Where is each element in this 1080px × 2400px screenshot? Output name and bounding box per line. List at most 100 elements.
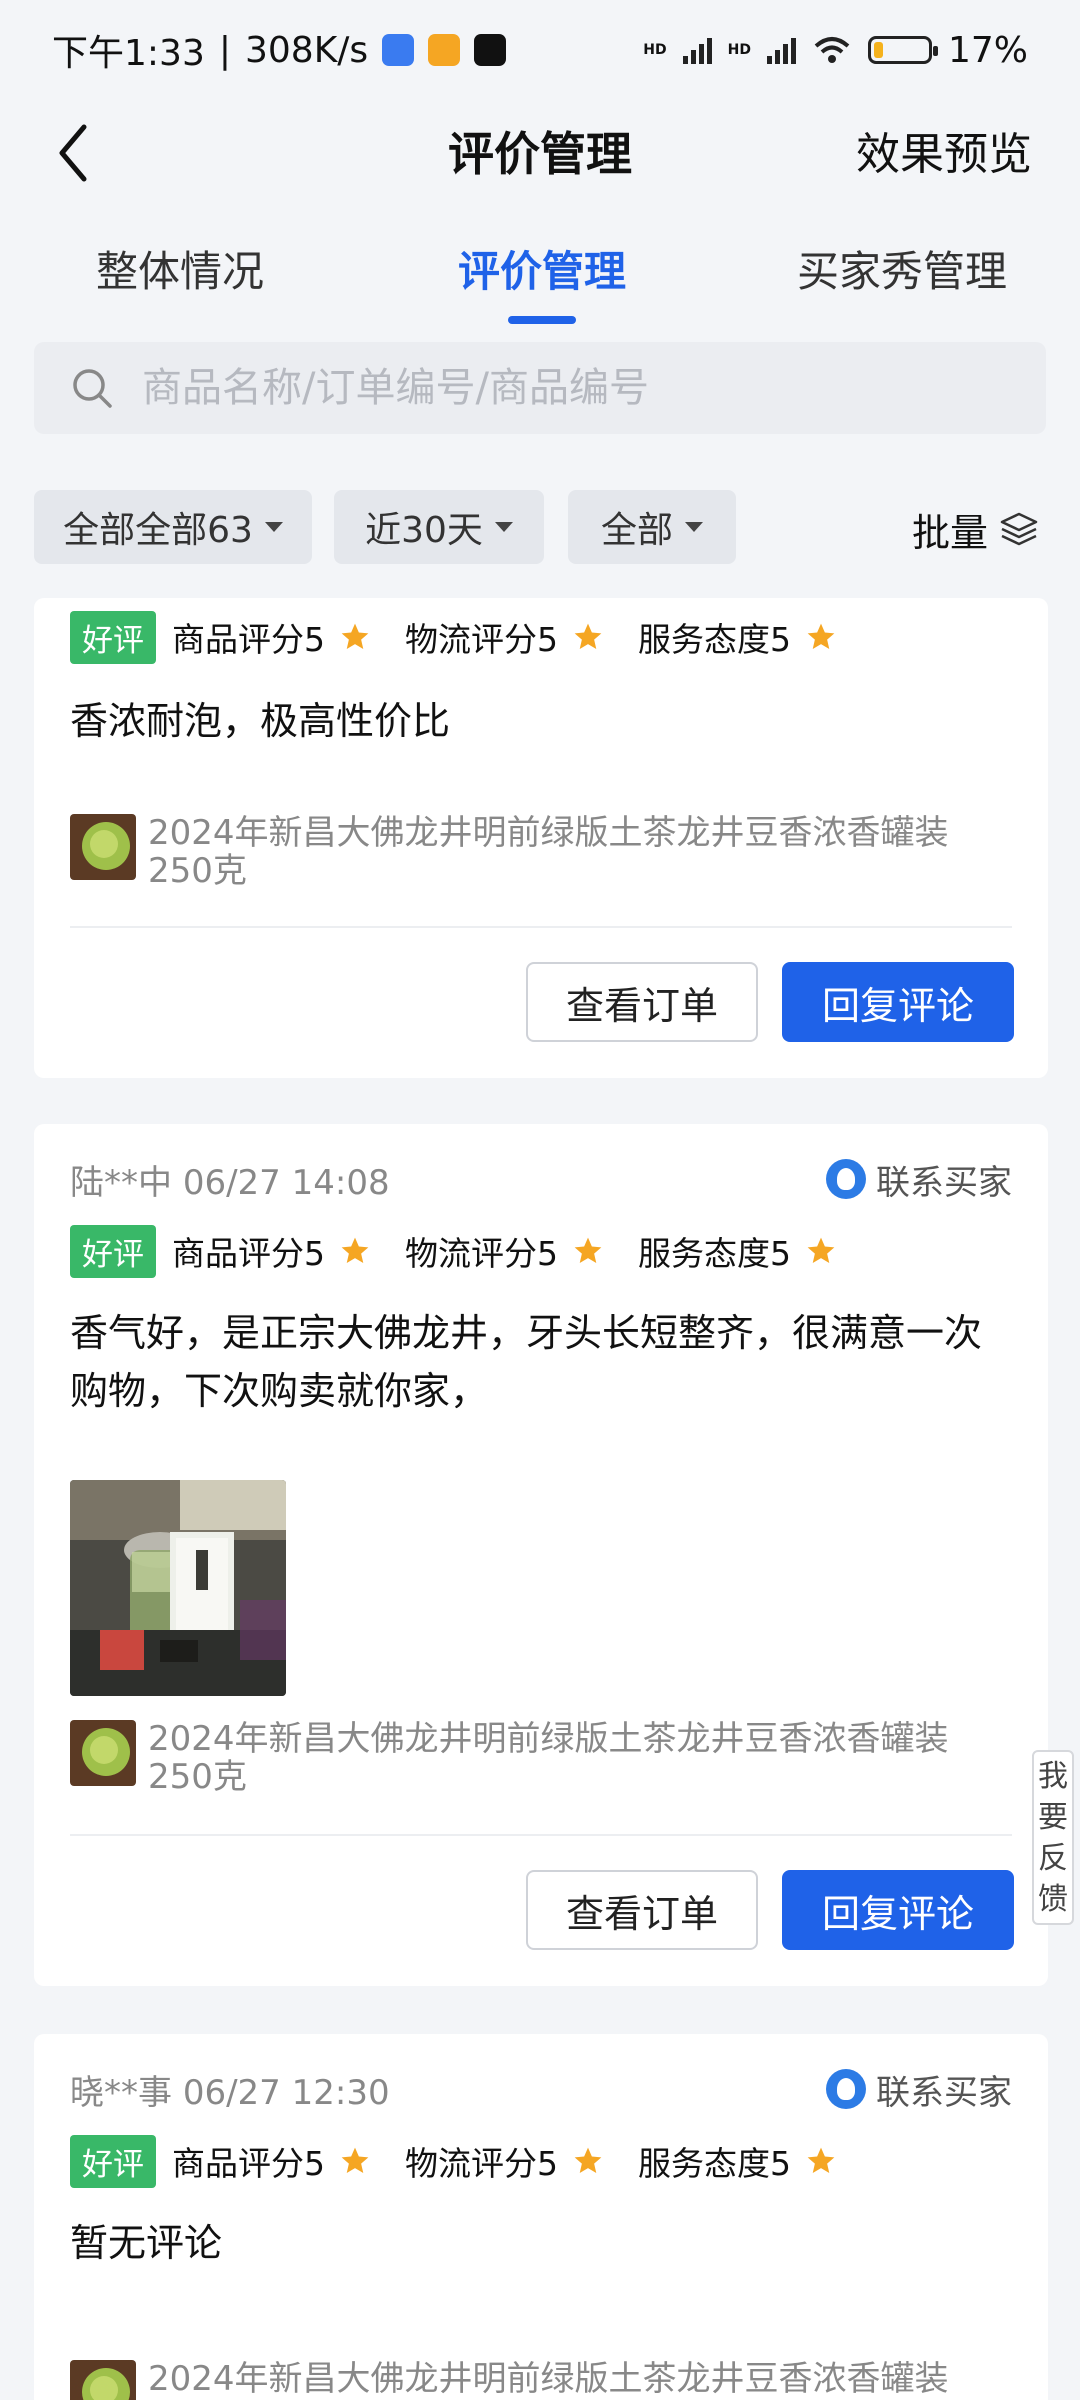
contact-buyer-button[interactable]: 联系买家 (826, 2065, 1012, 2114)
view-order-button[interactable]: 查看订单 (526, 1870, 758, 1950)
signal-icon (766, 36, 796, 64)
battery-level (873, 42, 883, 58)
battery-icon (867, 36, 938, 64)
status-separator: | (218, 29, 231, 71)
search-icon (73, 369, 112, 408)
tab-indicator (508, 316, 576, 324)
search-input[interactable] (142, 365, 1046, 411)
review-time: 06/27 12:30 (182, 2072, 390, 2113)
filter-status-dropdown[interactable]: 全部 (568, 490, 736, 564)
product-name: 2024年新昌大佛龙井明前绿版土茶龙井豆香浓香罐装250克 (148, 813, 949, 891)
divider (70, 926, 1012, 928)
filter-status-label: 全部 (600, 510, 673, 551)
filter-period-dropdown[interactable]: 近30天 (334, 490, 544, 564)
review-time: 06/27 14:08 (182, 1162, 390, 1203)
feedback-char: 馈 (1038, 1881, 1068, 1917)
product-name: 2024年新昌大佛龙井明前绿版土茶龙井豆香浓香罐装250克 (148, 1719, 949, 1797)
feedback-char: 要 (1038, 1799, 1068, 1835)
buyer-info: 晓**事 06/27 12:30 (70, 2065, 390, 2114)
chevron-down-icon (494, 522, 513, 532)
product-rating: 商品评分5 (172, 620, 325, 659)
product-row[interactable]: 2024年新昌大佛龙井明前绿版土茶龙井豆香浓香罐装 (70, 2360, 1012, 2400)
preview-button[interactable]: 效果预览 (856, 118, 1032, 182)
logistics-rating: 物流评分5 (405, 2144, 558, 2183)
chevron-down-icon (685, 522, 703, 532)
filter-type-label: 全部全部63 (63, 510, 253, 551)
review-text: 香气好，是正宗大佛龙井，牙头长短整齐，很满意一次购物，下次购卖就你家， (70, 1311, 983, 1413)
batch-button[interactable]: 批量 (912, 502, 1040, 557)
tab-review-management[interactable]: 评价管理 (458, 238, 626, 299)
review-photo[interactable] (70, 1480, 286, 1696)
star-icon (574, 1237, 602, 1263)
search-box[interactable] (34, 342, 1046, 434)
batch-label: 批量 (911, 511, 988, 555)
buyer-name: 晓**事 (70, 2072, 172, 2113)
star-icon (341, 2147, 369, 2173)
star-icon (807, 623, 835, 649)
reply-review-button[interactable]: 回复评论 (782, 1870, 1014, 1950)
filter-period-label: 近30天 (365, 510, 483, 551)
status-right: HD HD 17% (643, 30, 1028, 71)
good-review-badge: 好评 (70, 1224, 156, 1278)
feedback-char: 反 (1038, 1840, 1068, 1876)
app-notification-icon (428, 34, 461, 66)
contact-buyer-button[interactable]: 联系买家 (826, 1155, 1012, 1204)
card-actions: 查看订单 回复评论 (526, 962, 1014, 1042)
tab-bar: 整体情况 评价管理 买家秀管理 (0, 228, 1080, 338)
chat-icon (826, 1159, 866, 1199)
good-review-badge: 好评 (70, 610, 156, 664)
product-row[interactable]: 2024年新昌大佛龙井明前绿版土茶龙井豆香浓香罐装250克 (70, 1720, 1012, 1796)
status-time: 下午1:33 (52, 33, 205, 74)
card-header: 陆**中 06/27 14:08 联系买家 (70, 1154, 1012, 1204)
reply-review-button[interactable]: 回复评论 (782, 962, 1014, 1042)
battery-percent: 17% (947, 29, 1028, 71)
product-rating: 商品评分5 (172, 1234, 325, 1273)
logistics-rating: 物流评分5 (405, 620, 558, 659)
star-icon (807, 2147, 835, 2173)
card-header: 晓**事 06/27 12:30 联系买家 (70, 2064, 1012, 2114)
contact-buyer-label: 联系买家 (876, 2072, 1012, 2113)
feedback-button[interactable]: 我 要 反 馈 (1032, 1750, 1074, 1925)
rating-row: 好评 商品评分5 物流评分5 服务态度5 (70, 610, 1012, 664)
app-notification-icon (382, 34, 415, 66)
tab-overview[interactable]: 整体情况 (96, 238, 264, 299)
signal-icon (682, 36, 712, 64)
tab-buyer-show[interactable]: 买家秀管理 (797, 238, 1007, 299)
good-review-badge: 好评 (70, 2134, 156, 2188)
star-icon (341, 623, 369, 649)
star-icon (574, 623, 602, 649)
contact-buyer-label: 联系买家 (876, 1162, 1012, 1203)
view-order-button[interactable]: 查看订单 (526, 962, 758, 1042)
star-icon (574, 2147, 602, 2173)
rating-row: 好评 商品评分5 物流评分5 服务态度5 (70, 1224, 1012, 1278)
divider (70, 1834, 1012, 1836)
filter-type-dropdown[interactable]: 全部全部63 (34, 490, 312, 564)
chevron-down-icon (264, 522, 283, 532)
service-rating: 服务态度5 (638, 2144, 791, 2183)
buyer-info: 陆**中 06/27 14:08 (70, 1155, 390, 1204)
star-icon (341, 1237, 369, 1263)
product-thumbnail (70, 2360, 136, 2400)
service-rating: 服务态度5 (638, 620, 791, 659)
tiktok-icon (474, 34, 507, 66)
card-actions: 查看订单 回复评论 (526, 1870, 1014, 1950)
hd-label: HD (643, 42, 667, 58)
rating-row: 好评 商品评分5 物流评分5 服务态度5 (70, 2134, 1012, 2188)
status-speed: 308K/s (244, 29, 369, 71)
review-text: 暂无评论 (70, 2221, 223, 2265)
service-rating: 服务态度5 (638, 1234, 791, 1273)
search-area (0, 340, 1080, 455)
product-row[interactable]: 2024年新昌大佛龙井明前绿版土茶龙井豆香浓香罐装250克 (70, 814, 1012, 890)
layers-icon (1000, 512, 1038, 545)
review-card: 陆**中 06/27 14:08 联系买家 好评 商品评分5 物流评分5 服务态… (34, 1124, 1048, 1986)
filter-bar: 全部全部63 近30天 全部 批量 (0, 470, 1080, 590)
review-card: 晓**事 06/27 12:30 联系买家 好评 商品评分5 物流评分5 服务态… (34, 2034, 1048, 2400)
star-icon (807, 1237, 835, 1263)
feedback-char: 我 (1038, 1758, 1068, 1794)
product-thumbnail (70, 814, 136, 880)
status-bar: 下午1:33 | 308K/s HD HD 17% (0, 0, 1080, 100)
hd-label: HD (727, 42, 751, 58)
status-left: 下午1:33 | 308K/s (52, 24, 507, 76)
review-card: 好评 商品评分5 物流评分5 服务态度5 香浓耐泡，极高性价比 2024年新昌大… (34, 598, 1048, 1078)
wifi-icon (814, 37, 850, 63)
